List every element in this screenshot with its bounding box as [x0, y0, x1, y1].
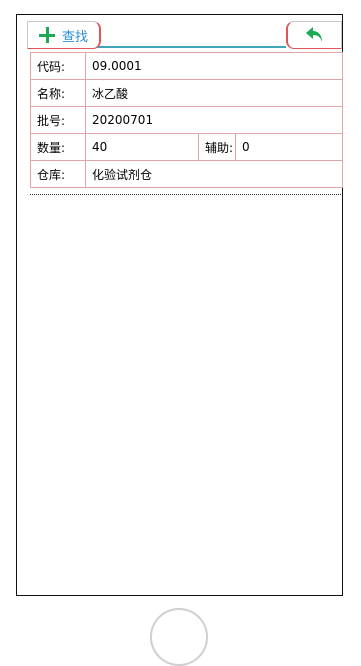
code-row: 代码: 09.0001 — [30, 52, 343, 80]
list-separator — [30, 194, 343, 195]
warehouse-value: 化验试剂仓 — [85, 160, 343, 188]
toolbar-divider — [97, 46, 286, 48]
find-button-label: 查找 — [62, 29, 89, 45]
item-detail-table: 代码: 09.0001 名称: 冰乙酸 批号: 20200701 数量: 40 … — [30, 52, 343, 188]
home-button[interactable] — [150, 608, 208, 666]
quantity-label: 数量: — [30, 133, 86, 161]
back-button[interactable] — [286, 21, 342, 49]
find-button[interactable]: 查找 — [27, 21, 101, 49]
warehouse-label: 仓库: — [30, 160, 86, 188]
name-row: 名称: 冰乙酸 — [30, 79, 343, 107]
name-value: 冰乙酸 — [85, 79, 343, 107]
batch-value: 20200701 — [85, 106, 343, 134]
quantity-row: 数量: 40 辅助: 0 — [30, 133, 343, 161]
warehouse-row: 仓库: 化验试剂仓 — [30, 160, 343, 188]
code-value: 09.0001 — [85, 52, 343, 80]
plus-icon — [38, 26, 56, 44]
app-frame: 查找 代码: 09.0001 名称: 冰乙酸 批号: 20200701 数量: … — [16, 14, 343, 596]
aux-label: 辅助: — [197, 133, 237, 161]
name-label: 名称: — [30, 79, 86, 107]
aux-value: 0 — [235, 133, 343, 161]
code-label: 代码: — [30, 52, 86, 80]
back-arrow-icon — [305, 27, 322, 42]
batch-row: 批号: 20200701 — [30, 106, 343, 134]
toolbar: 查找 — [17, 21, 342, 49]
batch-label: 批号: — [30, 106, 86, 134]
quantity-value: 40 — [85, 133, 199, 161]
